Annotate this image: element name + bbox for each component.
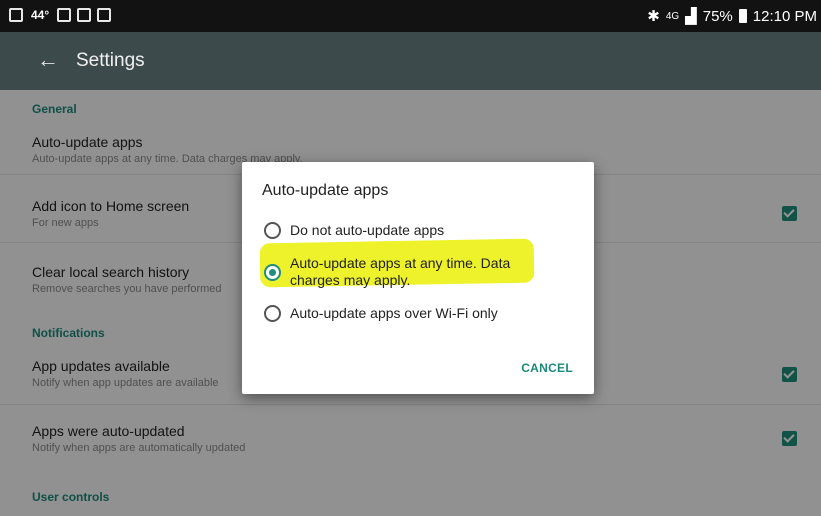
battery-percent: 75%	[702, 7, 733, 25]
option-label: Auto-update apps over Wi-Fi only	[290, 305, 498, 321]
status-left-icons: 44°	[9, 8, 112, 22]
back-arrow-icon[interactable]: ←	[37, 47, 59, 73]
option-label: Auto-update apps at any time. Data charg…	[290, 255, 511, 288]
network-type: 4G	[665, 10, 680, 22]
bluetooth-icon: ✱	[647, 8, 660, 25]
dialog-title: Auto-update apps	[262, 182, 389, 199]
cancel-button[interactable]: CANCEL	[521, 361, 573, 375]
option-auto-update-any-time[interactable]: Auto-update apps at any time. Data charg…	[264, 255, 584, 291]
option-do-not-auto-update[interactable]: Do not auto-update apps	[264, 221, 584, 241]
mail-notification-icon	[57, 8, 72, 22]
status-right: ✱ 4G ▟ 75% 12:10 PM	[647, 7, 817, 26]
option-label: Do not auto-update apps	[290, 222, 445, 238]
clock: 12:10 PM	[752, 7, 817, 25]
auto-update-dialog: Auto-update apps Do not auto-update apps…	[242, 162, 594, 394]
page-title: Settings	[76, 50, 145, 71]
radio-button-selected[interactable]	[264, 264, 281, 281]
battery-icon	[738, 9, 747, 23]
radio-button[interactable]	[264, 222, 281, 239]
radio-button[interactable]	[264, 305, 281, 322]
store-notification-icon	[97, 8, 112, 22]
option-wifi-only[interactable]: Auto-update apps over Wi-Fi only	[264, 304, 584, 324]
calendar-notification-icon	[77, 8, 92, 22]
temperature-readout: 44°	[31, 8, 50, 22]
app-bar: ← Settings	[0, 32, 821, 90]
status-bar: 44° ✱ 4G ▟ 75% 12:10 PM	[0, 0, 821, 32]
signal-icon: ▟	[685, 8, 697, 25]
gallery-notification-icon	[9, 8, 23, 22]
